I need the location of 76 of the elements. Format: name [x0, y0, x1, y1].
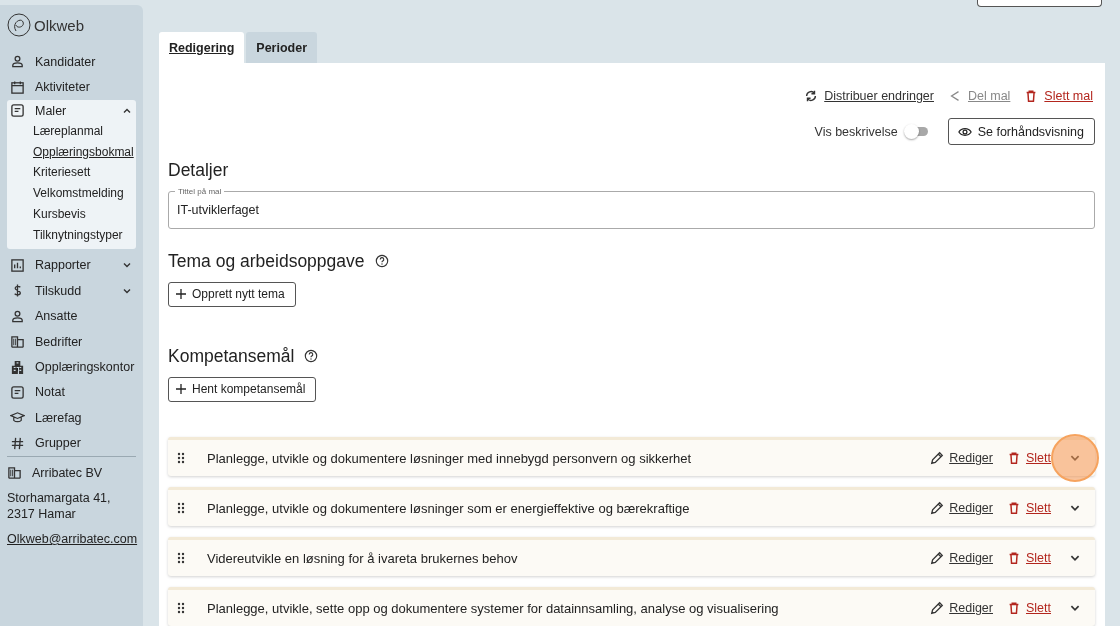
section-heading: Detaljer	[168, 160, 230, 181]
pencil-icon	[930, 501, 945, 515]
goal-title: Planlegge, utvikle og dokumentere løsninger med innebygd personvern og sikkerhet	[207, 450, 693, 466]
header-button[interactable]	[977, 0, 1102, 7]
pencil-icon	[930, 451, 945, 465]
delete-link[interactable]: Slett	[1026, 601, 1051, 615]
note-icon	[10, 384, 25, 400]
tab[interactable]: Redigering	[159, 32, 245, 63]
create-theme-button[interactable]: Opprett nytt tema	[168, 281, 296, 307]
trash-icon	[1007, 601, 1021, 615]
building-icon	[7, 465, 22, 480]
logo-text: Olkweb	[34, 16, 85, 34]
goal-title: Planlegge, utvikle, sette opp og dokumentere systemer for datainnsamling, analyse og visualisering	[207, 600, 780, 616]
nav-item[interactable]: Lærefag	[7, 405, 136, 431]
company-name: Arribatec BV	[32, 465, 104, 480]
drag-handle-icon[interactable]	[177, 552, 185, 564]
toggle-switch[interactable]	[905, 127, 928, 136]
edit-link[interactable]: Rediger	[949, 451, 993, 465]
nav-subitem[interactable]: Tilknytningstyper	[7, 224, 136, 246]
trash-icon	[1007, 451, 1021, 465]
edit-link[interactable]: Rediger	[949, 551, 993, 565]
action-link[interactable]: Del mal	[948, 89, 1011, 103]
nav-item[interactable]: Rapporter	[7, 252, 136, 279]
drag-handle-icon[interactable]	[177, 502, 185, 514]
goal-title: Planlegge, utvikle og dokumentere løsninger som er energieffektive og bærekraftige	[207, 500, 691, 516]
plus-icon	[176, 289, 186, 300]
trash-icon	[1007, 551, 1021, 565]
nav-subitem[interactable]: Kursbevis	[7, 204, 136, 225]
toggle-label: Vis beskrivelse	[814, 124, 898, 139]
chart-icon	[10, 257, 25, 273]
goal-title: Videreutvikle en løsning for å ivareta brukernes behov	[207, 550, 519, 566]
drag-handle-icon[interactable]	[177, 602, 185, 614]
calendar-icon	[10, 79, 25, 95]
plus-icon	[176, 384, 186, 395]
edit-link[interactable]: Rediger	[949, 601, 993, 615]
email-link[interactable]: Olkweb@arribatec.com	[7, 532, 136, 546]
help-icon[interactable]	[374, 254, 389, 269]
delete-link[interactable]: Slett	[1026, 501, 1051, 515]
nav-subitem[interactable]: Velkomstmelding	[7, 183, 136, 205]
action-link[interactable]: Slett mal	[1024, 89, 1093, 103]
person-icon	[10, 308, 25, 324]
preview-button[interactable]: Se forhåndsvisning	[947, 118, 1095, 145]
person-icon	[10, 54, 25, 70]
nav-item[interactable]: Bedrifter	[7, 328, 136, 355]
logo-icon	[7, 13, 31, 37]
delete-link[interactable]: Slett	[1026, 451, 1051, 465]
nav-item[interactable]: Aktiviteter	[7, 74, 136, 100]
section-heading: Tema og arbeidsoppgave	[168, 250, 365, 272]
nav-subitem[interactable]: Kriteriesett	[7, 162, 136, 184]
building-icon	[10, 334, 25, 350]
nav-subitem[interactable]: Læreplanmal	[7, 120, 136, 142]
pencil-icon	[930, 601, 945, 615]
nav-item[interactable]: Notat	[7, 379, 136, 406]
nav-item[interactable]: Opplæringskontor	[7, 354, 136, 380]
nav-item[interactable]: Grupper	[7, 430, 136, 456]
hash-icon	[10, 435, 25, 451]
nav-subitem[interactable]: Opplæringsbokmal	[7, 141, 136, 163]
drag-handle-icon[interactable]	[177, 452, 185, 464]
nav-item[interactable]: Kandidater	[7, 49, 136, 75]
pencil-icon	[930, 551, 945, 565]
help-icon[interactable]	[304, 349, 319, 364]
action-link[interactable]: Distribuer endringer	[804, 89, 934, 103]
company-address: Storhamargata 41, 2317 Hamar	[7, 490, 112, 522]
delete-link[interactable]: Slett	[1026, 551, 1051, 565]
nav-item[interactable]: Maler	[7, 99, 136, 121]
tab[interactable]: Perioder	[246, 32, 317, 63]
click-indicator	[1051, 434, 1099, 482]
fetch-goals-button[interactable]: Hent kompetansemål	[168, 376, 317, 402]
sync-icon	[804, 89, 819, 103]
office-building-icon	[10, 359, 25, 375]
nav-item[interactable]: Ansatte	[7, 303, 136, 329]
note-icon	[10, 103, 25, 119]
nav-item[interactable]: Tilskudd	[7, 278, 136, 304]
edit-link[interactable]: Rediger	[949, 501, 993, 515]
trash-icon	[1007, 501, 1021, 515]
section-heading: Kompetansemål	[168, 345, 295, 367]
